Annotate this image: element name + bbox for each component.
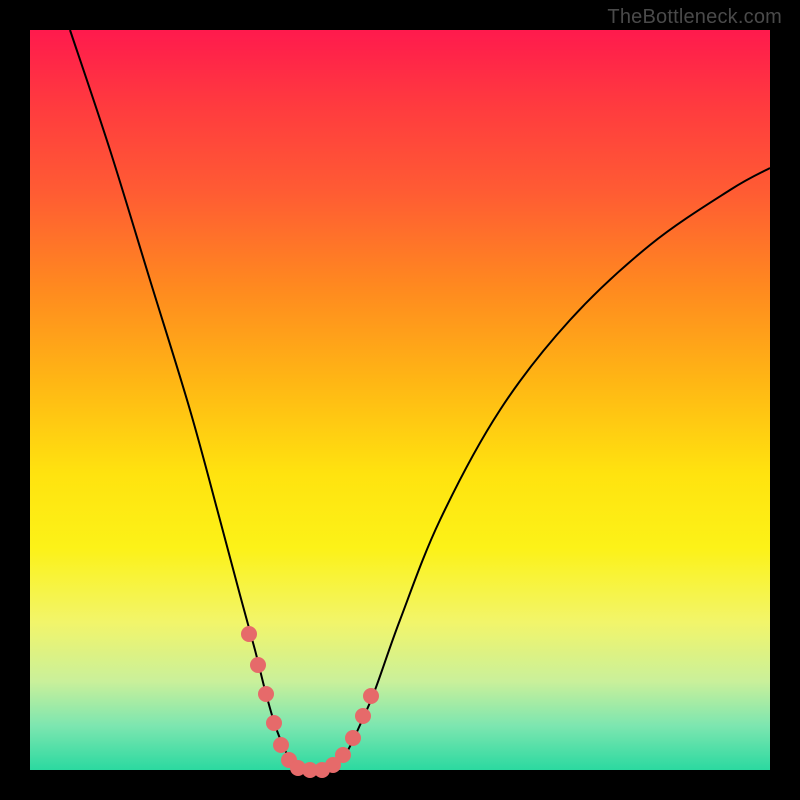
highlight-dot <box>266 715 282 731</box>
highlight-dots <box>241 626 379 778</box>
highlight-dot <box>273 737 289 753</box>
highlight-dot <box>363 688 379 704</box>
chart-svg <box>30 30 770 770</box>
highlight-dot <box>241 626 257 642</box>
highlight-dot <box>250 657 266 673</box>
highlight-dot <box>355 708 371 724</box>
highlight-dot <box>258 686 274 702</box>
plot-area <box>30 30 770 770</box>
chart-frame: TheBottleneck.com <box>0 0 800 800</box>
highlight-dot <box>345 730 361 746</box>
bottleneck-curve <box>70 30 770 770</box>
highlight-dot <box>335 747 351 763</box>
watermark: TheBottleneck.com <box>607 6 782 29</box>
